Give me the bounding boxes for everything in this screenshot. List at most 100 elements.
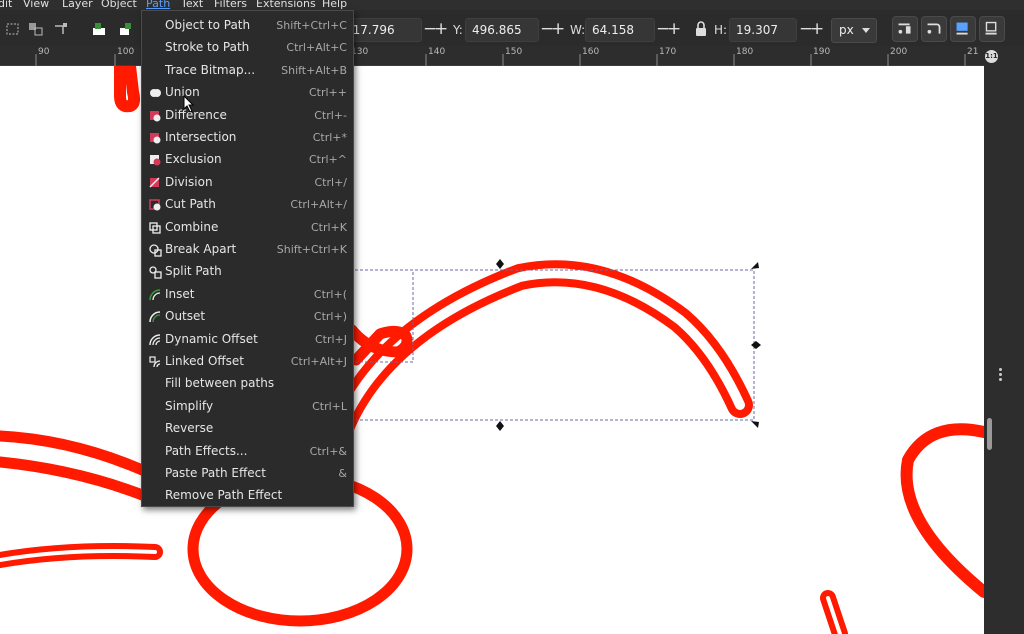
menu-item-shortcut: Ctrl+K bbox=[310, 220, 347, 234]
menu-item-cut-path[interactable]: Cut Path Ctrl+Alt+/ bbox=[142, 194, 353, 216]
width-field[interactable]: 64.158 bbox=[585, 18, 655, 42]
menu-item-exclusion[interactable]: Exclusion Ctrl+^ bbox=[142, 149, 353, 171]
raise-to-top-icon[interactable] bbox=[88, 18, 110, 40]
menu-item-shortcut: Shift+Ctrl+K bbox=[276, 243, 347, 256]
vertical-scrollbar[interactable] bbox=[987, 418, 992, 450]
menu-item-label: Intersection bbox=[165, 130, 237, 144]
union-icon bbox=[148, 86, 162, 100]
path-menu-dropdown: Object to Path Shift+Ctrl+C Stroke to Path… bbox=[141, 10, 354, 507]
ruler-label: 180 bbox=[736, 47, 754, 57]
cut-path-icon bbox=[148, 198, 162, 212]
move-gradients-icon[interactable] bbox=[950, 16, 976, 42]
division-icon bbox=[148, 176, 162, 190]
menu-item-shortcut: Ctrl+J bbox=[314, 332, 347, 346]
menu-item-division[interactable]: Division Ctrl+/ bbox=[142, 172, 353, 194]
break-apart-icon bbox=[148, 243, 162, 257]
y-coordinate-field[interactable]: 496.865 bbox=[465, 18, 539, 42]
menu-help[interactable]: Help bbox=[322, 0, 347, 10]
menu-item-inset[interactable]: Inset Ctrl+( bbox=[142, 284, 353, 306]
rotate-90-icon[interactable] bbox=[50, 18, 72, 40]
y-increment-button[interactable]: + bbox=[551, 18, 565, 42]
menu-item-reverse[interactable]: Reverse bbox=[142, 418, 353, 440]
handle-top-center bbox=[496, 259, 504, 269]
menu-item-label: Fill between paths bbox=[165, 376, 275, 391]
menu-item-path-effects[interactable]: Path Effects... Ctrl+& bbox=[142, 441, 353, 463]
h-label: H: bbox=[714, 23, 728, 37]
menu-item-stroke-to-path[interactable]: Stroke to Path Ctrl+Alt+C bbox=[142, 37, 353, 59]
dynamic-offset-icon bbox=[148, 333, 162, 347]
menu-item-shortcut: Ctrl+Alt+J bbox=[290, 355, 347, 368]
menu-item-simplify[interactable]: Simplify Ctrl+L bbox=[142, 396, 353, 418]
lock-icon[interactable] bbox=[690, 18, 706, 40]
menu-item-trace-bitmap[interactable]: Trace Bitmap... Shift+Alt+B bbox=[142, 60, 353, 82]
inset-icon bbox=[148, 288, 162, 302]
menu-item-label: Linked Offset bbox=[165, 354, 245, 368]
y-label: Y: bbox=[453, 23, 463, 37]
menu-item-dynamic-offset[interactable]: Dynamic Offset Ctrl+J bbox=[142, 329, 353, 351]
ruler-label: 21 bbox=[967, 47, 979, 57]
menu-item-combine[interactable]: Combine Ctrl+K bbox=[142, 217, 353, 239]
red-heart-right bbox=[900, 423, 984, 598]
chevron-down-icon bbox=[862, 28, 870, 33]
move-patterns-icon[interactable] bbox=[979, 16, 1005, 42]
scale-corners-icon[interactable] bbox=[921, 16, 947, 42]
scale-stroke-icon[interactable] bbox=[892, 16, 918, 42]
menu-path[interactable]: Path bbox=[146, 0, 170, 10]
w-increment-button[interactable]: + bbox=[667, 18, 681, 42]
handle-bottom-right bbox=[751, 421, 759, 428]
menu-item-shortcut: Ctrl+& bbox=[309, 444, 347, 458]
menu-item-shortcut: Ctrl+Alt+C bbox=[286, 41, 347, 55]
menu-item-intersection[interactable]: Intersection Ctrl+* bbox=[142, 127, 353, 149]
menu-item-shortcut: Ctrl+( bbox=[313, 287, 347, 301]
handle-right-center bbox=[751, 341, 761, 349]
split-path-icon bbox=[148, 265, 162, 280]
menu-item-split-path[interactable]: Split Path bbox=[142, 261, 353, 283]
menu-filters[interactable]: Filters bbox=[214, 0, 247, 10]
menu-item-label: Paste Path Effect bbox=[165, 466, 266, 480]
mouse-cursor-icon bbox=[183, 95, 195, 113]
w-label: W: bbox=[570, 23, 586, 37]
menu-item-linked-offset[interactable]: Linked Offset Ctrl+Alt+J bbox=[142, 351, 353, 373]
menu-item-label: Simplify bbox=[165, 398, 214, 413]
ruler-label: 150 bbox=[505, 47, 523, 57]
menu-item-difference[interactable]: Difference Ctrl+- bbox=[142, 105, 353, 127]
unit-select[interactable]: px bbox=[831, 18, 877, 43]
menu-item-shortcut: & bbox=[338, 467, 347, 480]
menu-view[interactable]: View bbox=[23, 0, 49, 10]
zoom-indicator[interactable]: 1:1 bbox=[985, 50, 998, 63]
menu-item-fill-between-paths[interactable]: Fill between paths bbox=[142, 373, 353, 395]
menu-item-label: Split Path bbox=[165, 264, 222, 279]
menu-item-object-to-path[interactable]: Object to Path Shift+Ctrl+C bbox=[142, 15, 353, 37]
menu-bar: dit View Layer Object Path Text Filters … bbox=[0, 0, 1024, 10]
menu-layer[interactable]: Layer bbox=[62, 0, 93, 10]
menu-extensions[interactable]: Extensions bbox=[256, 0, 316, 10]
menu-text[interactable]: Text bbox=[181, 0, 203, 10]
menu-item-label: Combine bbox=[165, 219, 219, 234]
menu-item-label: Stroke to Path bbox=[165, 40, 250, 55]
select-same-icon[interactable] bbox=[25, 18, 47, 40]
outset-icon bbox=[148, 310, 162, 324]
ruler-label: 160 bbox=[582, 47, 600, 57]
menu-item-outset[interactable]: Outset Ctrl+) bbox=[142, 306, 353, 328]
raise-icon[interactable] bbox=[115, 18, 137, 40]
menu-item-label: Difference bbox=[165, 107, 227, 122]
height-field[interactable]: 19.307 bbox=[729, 18, 797, 42]
menu-object[interactable]: Object bbox=[101, 0, 137, 10]
menu-edit[interactable]: dit bbox=[0, 0, 12, 10]
menu-item-shortcut: Ctrl+- bbox=[314, 108, 347, 122]
h-increment-button[interactable]: + bbox=[810, 18, 824, 42]
panel-grip-handle[interactable] bbox=[999, 368, 1003, 382]
menu-item-paste-path-effect[interactable]: Paste Path Effect & bbox=[142, 463, 353, 485]
menu-item-union[interactable]: Union Ctrl++ bbox=[142, 82, 353, 104]
menu-item-label: Cut Path bbox=[165, 197, 216, 212]
menu-item-label: Break Apart bbox=[165, 242, 237, 256]
x-increment-button[interactable]: + bbox=[434, 18, 448, 42]
menu-item-label: Path Effects... bbox=[165, 443, 248, 458]
deselect-icon[interactable] bbox=[2, 18, 24, 40]
ruler-label: 170 bbox=[659, 47, 677, 57]
menu-item-shortcut: Ctrl+) bbox=[313, 310, 347, 324]
exclusion-icon bbox=[148, 153, 162, 167]
linked-offset-icon bbox=[148, 355, 162, 369]
menu-item-remove-path-effect[interactable]: Remove Path Effect bbox=[142, 485, 353, 507]
menu-item-break-apart[interactable]: Break Apart Shift+Ctrl+K bbox=[142, 239, 353, 261]
